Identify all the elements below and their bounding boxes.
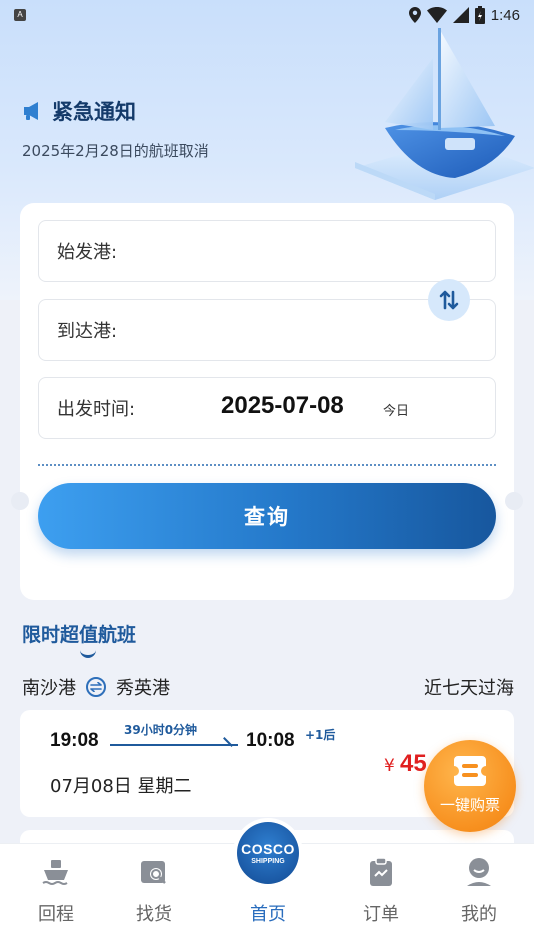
nav-label-orders: 订单 [363,904,399,925]
departure-date-value: 2025-07-08 [221,392,344,419]
trip-duration: 39小时0分钟 [124,723,198,737]
swap-ports-button[interactable] [428,279,470,321]
card-notch-left [11,492,29,510]
swap-vertical-icon [439,290,459,310]
cargo-search-icon [141,861,166,884]
cosco-logo: COSCO SHIPPING [237,822,299,884]
departure-date-label: 出发时间: [57,399,136,420]
search-card: 始发港: 到达港: 出发时间: 2025-07-08 今日 查询 [11,203,523,600]
dotted-divider [38,464,496,466]
route-period[interactable]: 近七天过海 [424,674,514,700]
notice-subtitle: 2025年2月28日的航班取消 [22,142,209,160]
arrival-port-field[interactable]: 到达港: [38,299,496,361]
departure-date-field[interactable]: 出发时间: 2025-07-08 今日 [38,377,496,439]
home-logo-button[interactable]: COSCO SHIPPING [233,818,303,888]
ticket-icon [454,756,486,786]
sailboat-illustration [355,28,534,200]
flight-date: 07月08日 星期二 [50,776,192,797]
query-button[interactable]: 查询 [38,483,496,549]
user-icon [467,858,491,886]
route-to-port: 秀英港 [116,678,170,699]
departure-port-label: 始发港: [57,242,118,263]
route-arrow-icon [86,677,106,697]
arrive-time: 10:08 [246,730,295,751]
logo-text-main: COSCO [241,841,295,857]
quick-buy-button[interactable]: 一键购票 [424,740,516,832]
nav-label-mine: 我的 [461,904,497,925]
nav-label-home: 首页 [250,904,286,925]
duration-line [110,744,238,746]
deals-section-title: 限时超值航班 [22,624,137,646]
day-offset: +1后 [305,728,336,742]
nav-item-mine[interactable]: 我的 [439,844,519,944]
notice-title: 紧急通知 [52,100,136,124]
nav-item-return[interactable]: 回程 [16,844,96,944]
arrival-port-label: 到达港: [57,321,118,342]
route-from-port: 南沙港 [22,678,76,699]
depart-time: 19:08 [50,730,99,751]
nav-label-find-cargo: 找货 [136,904,172,925]
deal-route-row[interactable]: 南沙港 秀英港 近七天过海 [22,674,514,700]
quick-buy-label: 一键购票 [439,796,500,814]
price-currency: ¥ [384,756,395,776]
ship-icon [42,860,68,885]
card-notch-right [505,492,523,510]
clipboard-icon [370,857,392,886]
megaphone-icon [24,102,38,120]
logo-text-sub: SHIPPING [251,858,285,865]
urgent-notice[interactable]: 紧急通知 2025年2月28日的航班取消 [22,96,342,161]
nav-item-find-cargo[interactable]: 找货 [114,844,194,944]
today-tag: 今日 [383,404,410,419]
nav-label-return: 回程 [38,904,74,925]
departure-port-field[interactable]: 始发港: [38,220,496,282]
nav-item-orders[interactable]: 订单 [341,844,421,944]
app-badge-icon: A [14,9,26,21]
